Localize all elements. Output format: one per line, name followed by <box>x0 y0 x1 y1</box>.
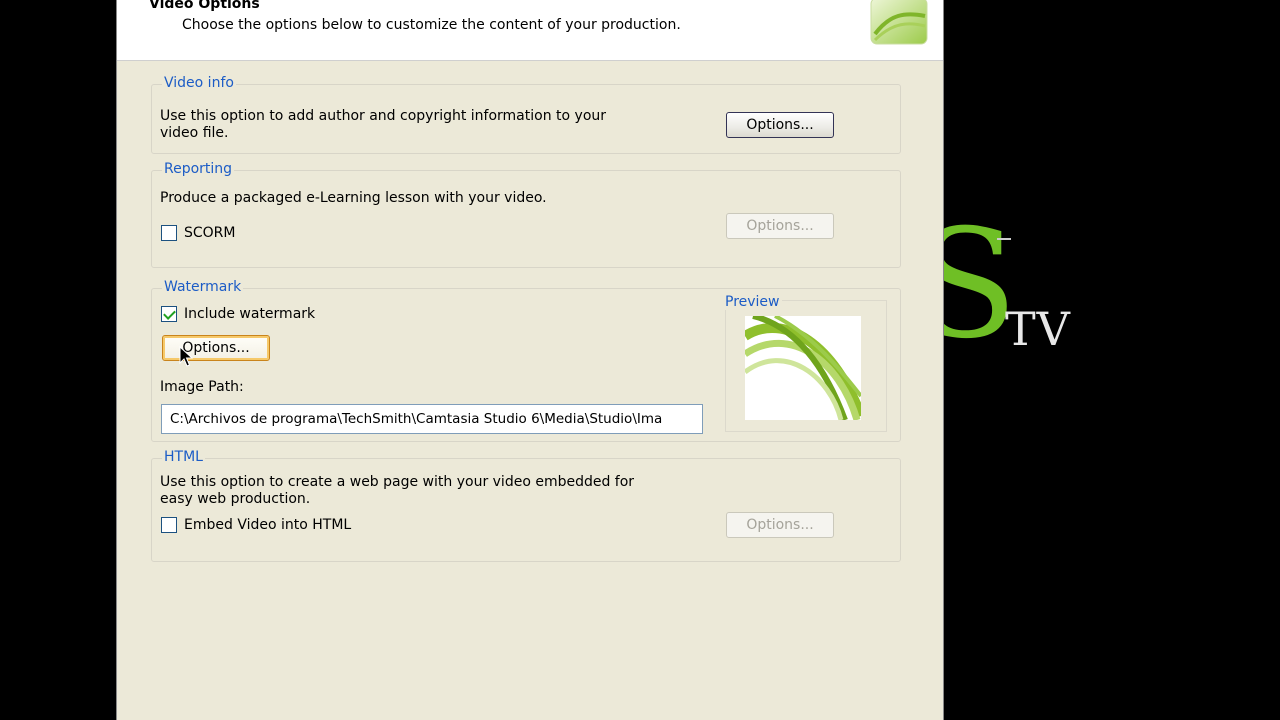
logo-dash <box>997 238 1011 240</box>
scorm-checkbox-row[interactable]: SCORM <box>161 225 236 241</box>
mouse-cursor-icon <box>179 346 193 367</box>
scorm-label: SCORM <box>184 225 236 241</box>
scorm-checkbox[interactable] <box>161 225 177 241</box>
video-info-title: Video info <box>162 75 236 91</box>
logo-suffix: TV <box>1005 302 1071 356</box>
video-info-description-line1: Use this option to add author and copyri… <box>160 108 607 124</box>
preview-label: Preview <box>725 294 782 310</box>
page-title: Video Options <box>149 0 260 12</box>
html-title: HTML <box>162 449 205 465</box>
channel-logo: S TV <box>915 210 1085 370</box>
video-info-options-button[interactable]: Options... <box>726 112 834 138</box>
image-path-label: Image Path: <box>160 379 244 395</box>
header-graphic-icon <box>870 0 928 45</box>
include-watermark-row[interactable]: Include watermark <box>161 306 315 322</box>
reporting-description: Produce a packaged e-Learning lesson wit… <box>160 190 547 206</box>
html-description-line2: easy web production. <box>160 491 311 507</box>
reporting-options-button[interactable]: Options... <box>726 213 834 239</box>
include-watermark-checkbox[interactable] <box>161 306 177 322</box>
embed-video-checkbox[interactable] <box>161 517 177 533</box>
embed-video-label: Embed Video into HTML <box>184 517 352 533</box>
embed-video-row[interactable]: Embed Video into HTML <box>161 517 351 533</box>
video-options-dialog: Video Options Choose the options below t… <box>116 0 944 720</box>
watermark-preview-image <box>745 316 861 420</box>
html-options-button[interactable]: Options... <box>726 512 834 538</box>
html-description-line1: Use this option to create a web page wit… <box>160 474 635 490</box>
include-watermark-label: Include watermark <box>184 306 316 322</box>
page-subtitle: Choose the options below to customize th… <box>182 17 681 33</box>
video-info-description-line2: video file. <box>160 125 229 141</box>
dialog-header: Video Options Choose the options below t… <box>117 0 943 61</box>
reporting-title: Reporting <box>162 161 235 177</box>
image-path-field[interactable]: C:\Archivos de programa\TechSmith\Camtas… <box>161 404 703 434</box>
watermark-title: Watermark <box>162 279 244 295</box>
